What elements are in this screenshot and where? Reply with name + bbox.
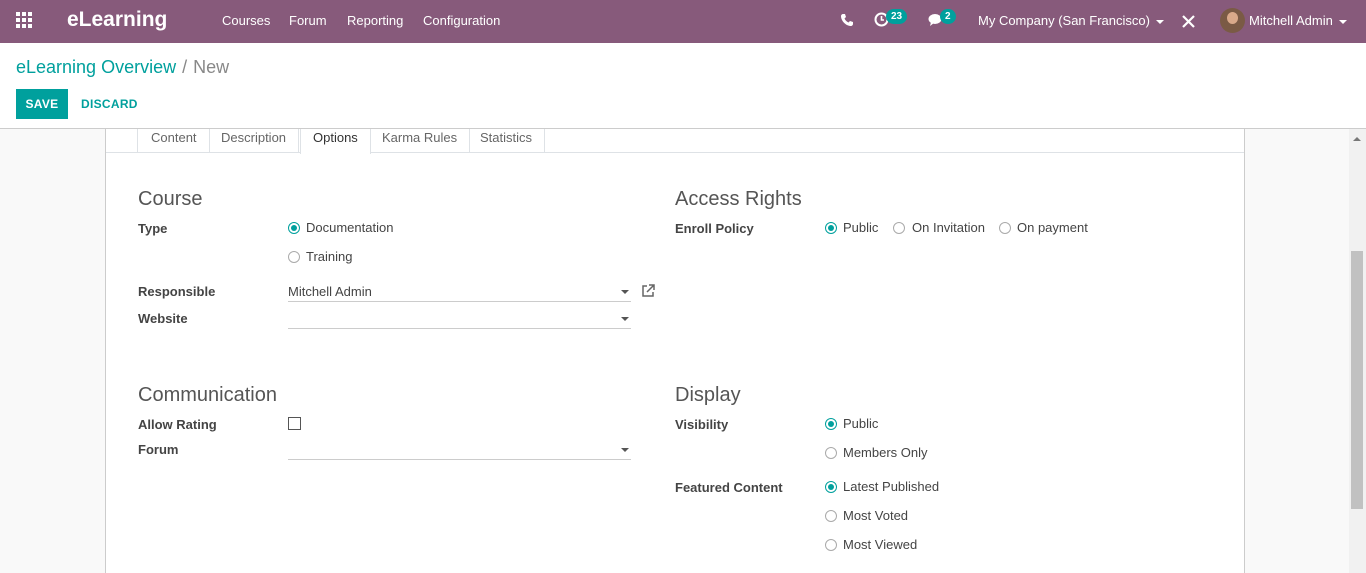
tab-options[interactable]: Options <box>300 129 371 154</box>
featured-voted-label: Most Voted <box>843 508 909 523</box>
type-documentation-radio[interactable] <box>288 222 300 234</box>
allow-rating-checkbox[interactable] <box>288 417 301 430</box>
scroll-up-icon[interactable] <box>1353 137 1361 141</box>
company-name: My Company (San Francisco) <box>978 13 1150 28</box>
responsible-label: Responsible <box>138 284 216 299</box>
visibility-label: Visibility <box>675 417 729 432</box>
breadcrumb-separator: / <box>182 57 188 77</box>
breadcrumb-root-link[interactable]: eLearning Overview <box>16 57 176 77</box>
external-link-icon[interactable] <box>641 284 655 298</box>
display-group-title: Display <box>675 384 741 406</box>
control-panel: eLearning Overview / New SAVE DISCARD <box>0 43 1366 129</box>
featured-latest-radio[interactable] <box>825 481 837 493</box>
enroll-payment-radio[interactable] <box>999 222 1011 234</box>
menu-courses[interactable]: Courses <box>222 13 270 28</box>
featured-latest-label: Latest Published <box>843 479 940 494</box>
communication-group-title: Communication <box>138 384 277 406</box>
tab-statistics[interactable]: Statistics <box>468 129 546 153</box>
tab-content[interactable]: Content <box>139 129 210 153</box>
phone-icon[interactable] <box>840 13 854 27</box>
visibility-public-label: Public <box>843 416 879 431</box>
messages-count-badge: 2 <box>940 9 956 24</box>
tab-karma-rules[interactable]: Karma Rules <box>370 129 471 153</box>
avatar[interactable] <box>1220 8 1245 33</box>
tab-spacer <box>106 129 138 153</box>
caret-down-icon <box>1155 19 1164 24</box>
type-documentation-label: Documentation <box>306 220 394 235</box>
enroll-policy-label: Enroll Policy <box>675 221 754 236</box>
top-navbar: eLearning Courses Forum Reporting Config… <box>0 0 1366 43</box>
featured-voted-radio[interactable] <box>825 510 837 522</box>
save-button[interactable]: SAVE <box>16 89 68 119</box>
featured-viewed-label: Most Viewed <box>843 537 918 552</box>
user-menu[interactable]: Mitchell Admin <box>1249 13 1347 28</box>
featured-content-label: Featured Content <box>675 480 783 495</box>
discard-button[interactable]: DISCARD <box>81 97 138 111</box>
dropdown-arrow-icon[interactable] <box>621 317 629 321</box>
menu-forum[interactable]: Forum <box>289 13 327 28</box>
tab-description[interactable]: Description <box>209 129 300 153</box>
enroll-payment-label: On payment <box>1017 220 1088 235</box>
type-training-label: Training <box>306 249 353 264</box>
company-switcher[interactable]: My Company (San Francisco) <box>978 13 1164 28</box>
debug-tools-icon[interactable] <box>1182 15 1195 28</box>
enroll-public-radio[interactable] <box>825 222 837 234</box>
responsible-value: Mitchell Admin <box>288 284 372 299</box>
menu-configuration[interactable]: Configuration <box>423 13 500 28</box>
dropdown-arrow-icon[interactable] <box>621 448 629 452</box>
course-group-title: Course <box>138 188 203 210</box>
featured-viewed-radio[interactable] <box>825 539 837 551</box>
visibility-public-radio[interactable] <box>825 418 837 430</box>
notebook-tabs: Content Description Options Karma Rules … <box>106 129 1244 154</box>
access-rights-group-title: Access Rights <box>675 188 802 210</box>
allow-rating-label: Allow Rating <box>138 417 217 432</box>
activity-count-badge: 23 <box>886 9 908 24</box>
vertical-scrollbar[interactable] <box>1349 129 1366 573</box>
type-training-radio[interactable] <box>288 251 300 263</box>
website-label: Website <box>138 311 188 326</box>
website-field[interactable] <box>288 309 631 329</box>
forum-label: Forum <box>138 442 179 457</box>
scrollbar-thumb[interactable] <box>1351 251 1363 509</box>
visibility-members-label: Members Only <box>843 445 928 460</box>
enroll-public-label: Public <box>843 220 879 235</box>
user-name: Mitchell Admin <box>1249 13 1333 28</box>
breadcrumb-current: New <box>193 57 230 77</box>
breadcrumb: eLearning Overview / New <box>16 57 229 78</box>
apps-menu-icon[interactable] <box>16 12 34 30</box>
app-brand[interactable]: eLearning <box>67 8 167 32</box>
responsible-field[interactable]: Mitchell Admin <box>288 282 631 302</box>
type-label: Type <box>138 221 168 236</box>
enroll-invitation-radio[interactable] <box>893 222 905 234</box>
menu-reporting[interactable]: Reporting <box>347 13 403 28</box>
caret-down-icon <box>1338 19 1347 24</box>
form-sheet: Content Description Options Karma Rules … <box>105 129 1245 573</box>
enroll-invitation-label: On Invitation <box>912 220 985 235</box>
dropdown-arrow-icon[interactable] <box>621 290 629 294</box>
forum-field[interactable] <box>288 440 631 460</box>
visibility-members-radio[interactable] <box>825 447 837 459</box>
